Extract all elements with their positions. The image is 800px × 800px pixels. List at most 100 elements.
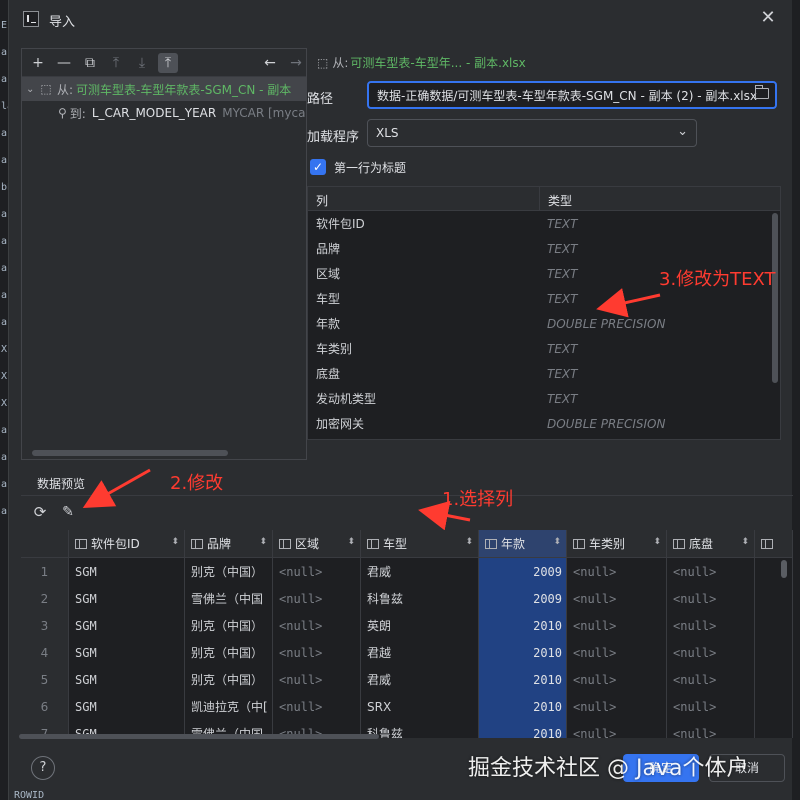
table-cell[interactable]: <null> [667, 612, 755, 639]
vertical-scrollbar[interactable] [772, 213, 778, 383]
table-cell[interactable]: 2010 [479, 666, 567, 693]
path-input[interactable]: 数据-正确数据/可测车型表-车型年款表-SGM_CN - 副本 (2) - 副本… [367, 81, 777, 109]
sort-icon[interactable]: ⬍ [741, 537, 749, 547]
back-arrow-icon[interactable]: ← [260, 53, 280, 73]
table-cell[interactable]: 凯迪拉克（中[ [185, 693, 273, 720]
horizontal-scrollbar[interactable] [32, 450, 228, 456]
table-cell[interactable]: <null> [567, 666, 667, 693]
table-row[interactable]: 5 SGM 别克（中国） <null> 君威 2010 <null> <null> [21, 666, 793, 693]
table-cell[interactable] [755, 666, 793, 693]
tree-item-target[interactable]: ⚲ 到: L_CAR_MODEL_YEAR MYCAR [mycar [22, 101, 306, 125]
table-cell[interactable] [755, 585, 793, 612]
table-cell[interactable]: <null> [273, 585, 361, 612]
column-type[interactable]: TEXT [540, 292, 577, 306]
table-cell[interactable]: SGM [69, 558, 185, 585]
preview-column-header[interactable]: 品牌 ⬍ [185, 530, 273, 557]
preview-column-header[interactable] [755, 530, 793, 557]
copy-icon[interactable]: ⧉ [80, 53, 100, 73]
column-row[interactable]: 车类别 TEXT [308, 336, 780, 361]
table-cell[interactable] [755, 720, 793, 738]
column-row[interactable]: 加密网关 DOUBLE PRECISION [308, 411, 780, 436]
table-cell[interactable]: 别克（中国） [185, 612, 273, 639]
table-cell[interactable]: 君威 [361, 558, 479, 585]
table-cell[interactable]: <null> [273, 558, 361, 585]
column-type[interactable]: TEXT [540, 342, 577, 356]
table-cell[interactable]: <null> [667, 666, 755, 693]
chevron-down-icon[interactable]: ⌄ [26, 84, 38, 95]
table-cell[interactable]: 君越 [361, 639, 479, 666]
grid-horizontal-scrollbar[interactable] [19, 734, 379, 739]
table-cell[interactable] [755, 612, 793, 639]
grid-vertical-scrollbar[interactable] [781, 560, 787, 578]
table-cell[interactable]: 别克（中国） [185, 666, 273, 693]
column-type[interactable]: DOUBLE PRECISION [540, 317, 665, 331]
table-cell[interactable] [755, 558, 793, 585]
column-row[interactable]: 发动机类型 TEXT [308, 386, 780, 411]
table-cell[interactable]: SGM [69, 612, 185, 639]
table-cell[interactable]: 别克（中国） [185, 639, 273, 666]
table-row[interactable]: 4 SGM 别克（中国） <null> 君越 2010 <null> <null> [21, 639, 793, 666]
column-header-name[interactable]: 列 [308, 187, 540, 210]
column-type[interactable]: TEXT [540, 367, 577, 381]
help-button[interactable]: ? [31, 756, 55, 780]
table-cell[interactable]: <null> [567, 693, 667, 720]
edit-pencil-icon[interactable]: ✎ [59, 503, 77, 521]
table-cell[interactable]: 2009 [479, 558, 567, 585]
table-cell[interactable]: 2010 [479, 612, 567, 639]
close-icon[interactable]: ✕ [757, 7, 779, 29]
table-cell[interactable]: <null> [273, 666, 361, 693]
table-cell[interactable]: 科鲁兹 [361, 585, 479, 612]
sort-icon[interactable]: ⬍ [465, 537, 473, 547]
preview-column-header[interactable]: 区域 ⬍ [273, 530, 361, 557]
table-cell[interactable]: <null> [667, 693, 755, 720]
table-cell[interactable]: SGM [69, 693, 185, 720]
column-header-type[interactable]: 类型 [540, 187, 580, 210]
sort-icon[interactable]: ⬍ [347, 537, 355, 547]
sort-icon[interactable]: ⬍ [553, 537, 561, 547]
table-cell[interactable]: 君威 [361, 666, 479, 693]
table-cell[interactable] [755, 639, 793, 666]
column-type[interactable]: TEXT [540, 242, 577, 256]
preview-column-header[interactable]: 年款 ⬍ [479, 530, 567, 557]
move-top-icon[interactable]: ⤒ [158, 52, 178, 73]
table-cell[interactable]: 2010 [479, 639, 567, 666]
column-type[interactable]: DOUBLE PRECISION [540, 417, 665, 431]
table-cell[interactable]: 英朗 [361, 612, 479, 639]
remove-icon[interactable]: — [54, 53, 74, 73]
sort-icon[interactable]: ⬍ [171, 537, 179, 547]
preview-column-header[interactable]: 车型 ⬍ [361, 530, 479, 557]
table-cell[interactable]: SGM [69, 639, 185, 666]
table-cell[interactable]: 2010 [479, 720, 567, 738]
table-cell[interactable]: <null> [667, 558, 755, 585]
table-cell[interactable]: <null> [667, 639, 755, 666]
table-cell[interactable]: <null> [567, 558, 667, 585]
preview-column-header[interactable]: 软件包ID ⬍ [69, 530, 185, 557]
table-row[interactable]: 3 SGM 别克（中国） <null> 英朗 2010 <null> <null> [21, 612, 793, 639]
table-cell[interactable]: <null> [273, 693, 361, 720]
table-cell[interactable]: <null> [667, 720, 755, 738]
table-cell[interactable]: 雪佛兰（中国 [185, 585, 273, 612]
column-row[interactable]: 年款 DOUBLE PRECISION [308, 311, 780, 336]
preview-column-header[interactable]: 车类别 ⬍ [567, 530, 667, 557]
table-cell[interactable]: SGM [69, 666, 185, 693]
table-cell[interactable]: <null> [567, 585, 667, 612]
table-cell[interactable]: <null> [273, 612, 361, 639]
column-type[interactable]: TEXT [540, 392, 577, 406]
table-row[interactable]: 2 SGM 雪佛兰（中国 <null> 科鲁兹 2009 <null> <null> [21, 585, 793, 612]
table-cell[interactable]: 2010 [479, 693, 567, 720]
table-cell[interactable]: <null> [567, 639, 667, 666]
column-type[interactable]: TEXT [540, 267, 577, 281]
column-row[interactable]: 底盘 TEXT [308, 361, 780, 386]
move-up-icon[interactable]: ⤒ [106, 53, 126, 73]
refresh-icon[interactable]: ⟳ [31, 503, 49, 521]
table-cell[interactable]: 别克（中国） [185, 558, 273, 585]
add-icon[interactable]: + [28, 53, 48, 73]
table-cell[interactable]: <null> [273, 639, 361, 666]
sort-icon[interactable]: ⬍ [653, 537, 661, 547]
column-row[interactable]: 品牌 TEXT [308, 236, 780, 261]
forward-arrow-icon[interactable]: → [286, 53, 306, 73]
table-cell[interactable]: <null> [567, 612, 667, 639]
table-cell[interactable]: <null> [667, 585, 755, 612]
preview-column-header[interactable]: 底盘 ⬍ [667, 530, 755, 557]
move-down-icon[interactable]: ⤓ [132, 53, 152, 73]
